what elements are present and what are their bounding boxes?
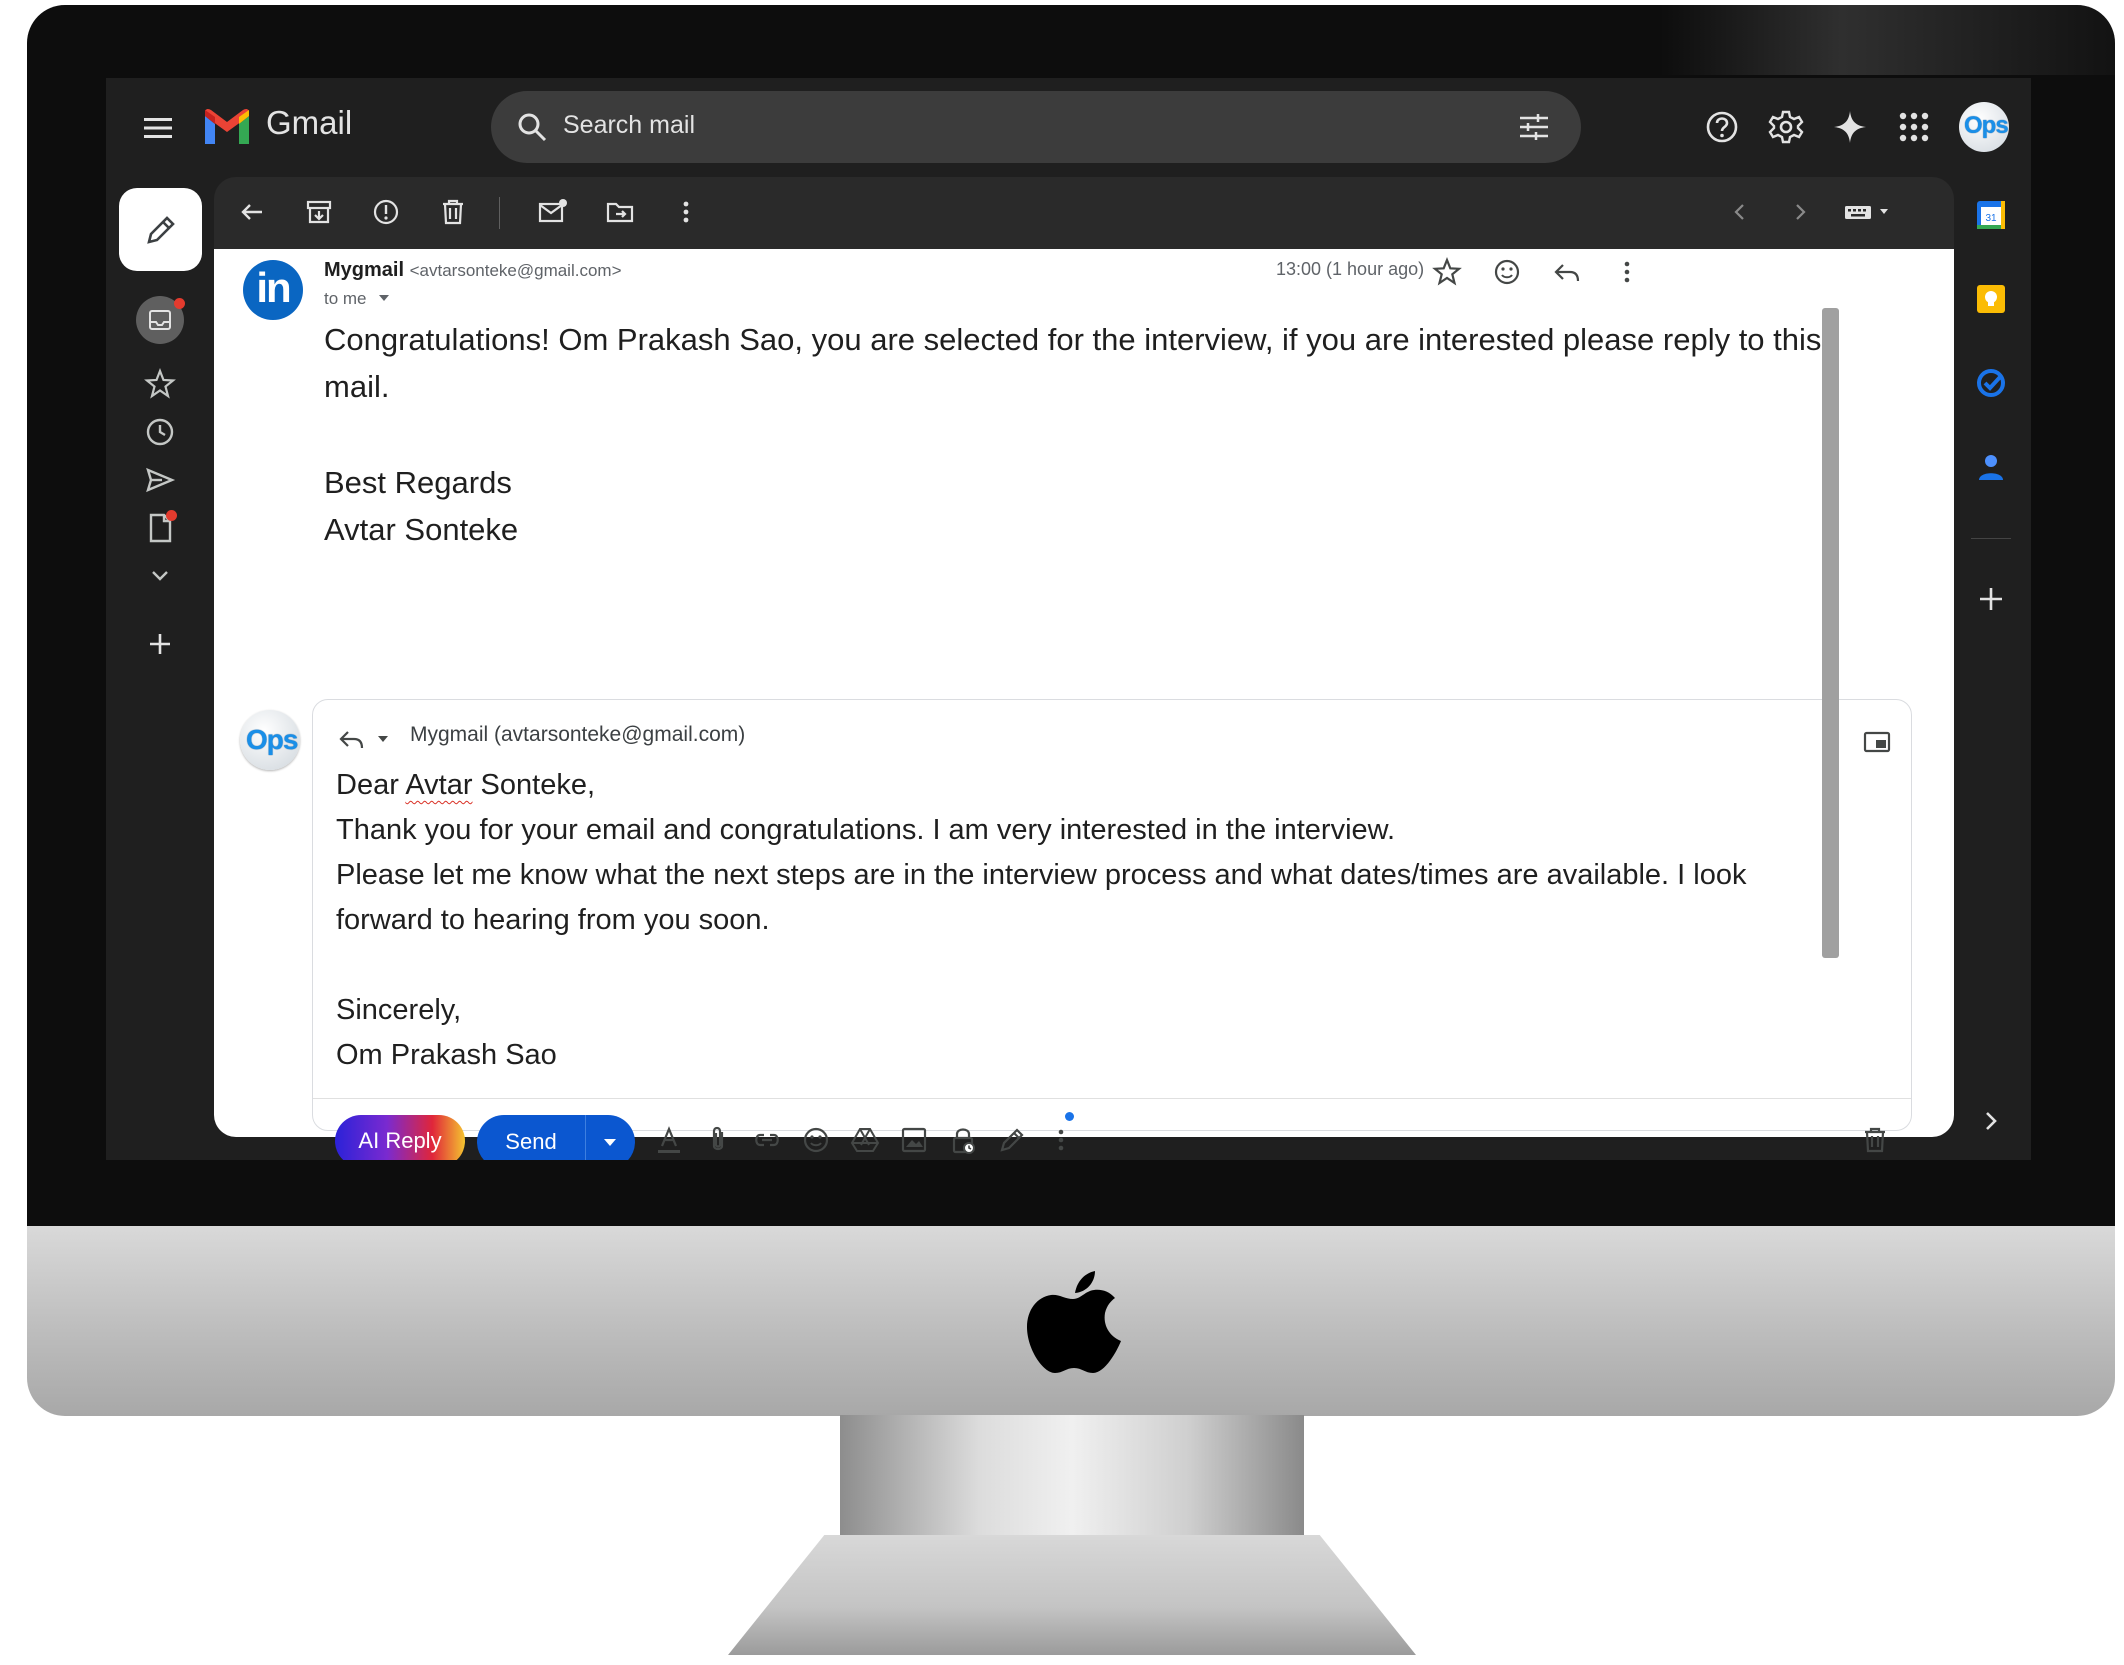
reply-icon[interactable] xyxy=(1552,257,1582,287)
draft-icon[interactable] xyxy=(144,510,177,544)
sender-line: Mygmail <avtarsonteke@gmail.com> xyxy=(324,259,622,282)
get-addons-plus-icon[interactable] xyxy=(1973,581,2009,617)
newer-chevron-left-icon[interactable] xyxy=(1724,196,1756,228)
keyboard-input-icon[interactable] xyxy=(1842,196,1896,228)
sender-name: Mygmail xyxy=(324,259,405,281)
insert-link-icon[interactable] xyxy=(751,1124,783,1156)
formatting-options-icon[interactable] xyxy=(653,1124,685,1156)
more-vert-icon[interactable] xyxy=(1612,257,1642,287)
reply-greeting[interactable]: Dear Avtar Sonteke, xyxy=(336,763,595,808)
inbox-icon xyxy=(149,310,171,330)
attach-file-icon[interactable] xyxy=(702,1124,734,1156)
account-avatar[interactable]: Ops xyxy=(1959,102,2009,152)
app-title: Gmail xyxy=(266,104,353,141)
emoji-reaction-icon[interactable] xyxy=(1492,257,1522,287)
star-icon[interactable] xyxy=(1432,257,1462,287)
more-options-icon[interactable] xyxy=(1045,1124,1077,1156)
send-button[interactable]: Send xyxy=(477,1115,585,1160)
reply-compose-box: Mygmail (avtarsonteke@gmail.com) Dear Av… xyxy=(312,699,1912,1160)
scrollbar-thumb[interactable] xyxy=(1822,308,1839,958)
inbox-notification-dot xyxy=(174,298,185,309)
signature-pen-icon[interactable] xyxy=(996,1124,1028,1156)
older-chevron-right-icon[interactable] xyxy=(1784,196,1816,228)
reply-body-line-3[interactable]: forward to hearing from you soon. xyxy=(336,898,770,943)
reply-recipient[interactable]: Mygmail (avtarsonteke@gmail.com) xyxy=(410,723,745,747)
message-regards: Best Regards xyxy=(324,465,512,500)
message-body-line-1: Congratulations! Om Prakash Sao, you are… xyxy=(324,322,1822,357)
search-input[interactable]: Search mail xyxy=(563,111,695,140)
main-menu-icon[interactable] xyxy=(142,112,174,144)
discard-draft-icon[interactable] xyxy=(1859,1124,1891,1156)
plus-icon[interactable] xyxy=(144,628,176,660)
reply-closing[interactable]: Sincerely, xyxy=(336,988,461,1033)
insert-photo-icon[interactable] xyxy=(898,1124,930,1156)
move-to-icon[interactable] xyxy=(604,196,636,228)
archive-icon[interactable] xyxy=(303,196,335,228)
settings-icon[interactable] xyxy=(1768,109,1804,145)
reply-user-avatar: Ops xyxy=(240,710,300,770)
send-options-button[interactable] xyxy=(585,1115,635,1160)
apps-grid-icon[interactable] xyxy=(1896,109,1932,145)
apple-logo-icon xyxy=(1015,1265,1135,1380)
new-feature-dot xyxy=(1065,1112,1074,1121)
to-me-label: to me xyxy=(324,289,367,308)
sender-avatar: in xyxy=(243,260,303,320)
tasks-icon[interactable] xyxy=(1973,365,2009,401)
gemini-sparkle-icon[interactable] xyxy=(1832,109,1868,145)
inbox-nav-item[interactable] xyxy=(136,296,185,344)
chevron-down-icon[interactable] xyxy=(144,560,176,592)
message-signature: Avtar Sonteke xyxy=(324,512,519,547)
delete-icon[interactable] xyxy=(437,196,469,228)
draft-notification-dot xyxy=(166,510,177,521)
side-panel-divider xyxy=(1971,538,2011,539)
sender-email: <avtarsonteke@gmail.com> xyxy=(409,261,622,280)
reply-divider xyxy=(313,1098,1911,1099)
report-spam-icon[interactable] xyxy=(370,196,402,228)
monitor-stand-neck xyxy=(840,1415,1304,1535)
mark-unread-icon[interactable] xyxy=(536,196,568,228)
star-icon[interactable] xyxy=(144,367,176,400)
reply-type-icon[interactable] xyxy=(337,724,369,756)
message-view: in Mygmail <avtarsonteke@gmail.com> to m… xyxy=(214,249,1954,1160)
reply-body-line-2[interactable]: Please let me know what the next steps a… xyxy=(336,853,1746,898)
clock-icon[interactable] xyxy=(144,416,176,448)
search-bar[interactable]: Search mail xyxy=(491,91,1581,163)
caret-down-icon xyxy=(379,295,390,301)
back-arrow-icon[interactable] xyxy=(236,196,268,228)
search-options-icon[interactable] xyxy=(1516,109,1552,145)
help-icon[interactable] xyxy=(1704,109,1740,145)
contacts-icon[interactable] xyxy=(1973,449,2009,485)
more-vert-icon[interactable] xyxy=(670,196,702,228)
recipient-toggle[interactable]: to me xyxy=(324,289,391,309)
show-side-panel-chevron-icon[interactable] xyxy=(1973,1103,2009,1139)
message-body-line-2: mail. xyxy=(324,369,390,404)
bezel-reflection xyxy=(1660,5,2115,75)
insert-emoji-icon[interactable] xyxy=(800,1124,832,1156)
confidential-mode-icon[interactable] xyxy=(947,1124,979,1156)
toolbar-divider xyxy=(499,197,500,229)
message-timestamp: 13:00 (1 hour ago) xyxy=(1276,259,1425,279)
calendar-icon[interactable]: 31 xyxy=(1973,197,2009,233)
reply-type-caret-icon[interactable] xyxy=(375,732,391,746)
gmail-logo-icon[interactable] xyxy=(202,108,252,146)
pop-out-icon[interactable] xyxy=(1861,726,1893,758)
drive-icon[interactable] xyxy=(849,1124,881,1156)
reply-body-line-1[interactable]: Thank you for your email and congratulat… xyxy=(336,808,1395,853)
monitor-stand-foot xyxy=(728,1535,1416,1655)
svg-text:31: 31 xyxy=(1985,213,1997,224)
gmail-screen: Gmail Search mail Ops in Mygmail <avtars… xyxy=(106,78,2031,1160)
send-button-group: Send xyxy=(477,1115,635,1160)
keep-notes-icon[interactable] xyxy=(1973,281,2009,317)
reply-name[interactable]: Om Prakash Sao xyxy=(336,1033,557,1078)
send-icon[interactable] xyxy=(144,464,176,496)
ai-reply-button[interactable]: AI Reply xyxy=(335,1115,465,1160)
message-toolbar xyxy=(214,177,1954,249)
compose-button[interactable] xyxy=(119,188,202,271)
spellcheck-word[interactable]: Avtar xyxy=(405,769,472,801)
search-icon[interactable] xyxy=(515,110,549,144)
